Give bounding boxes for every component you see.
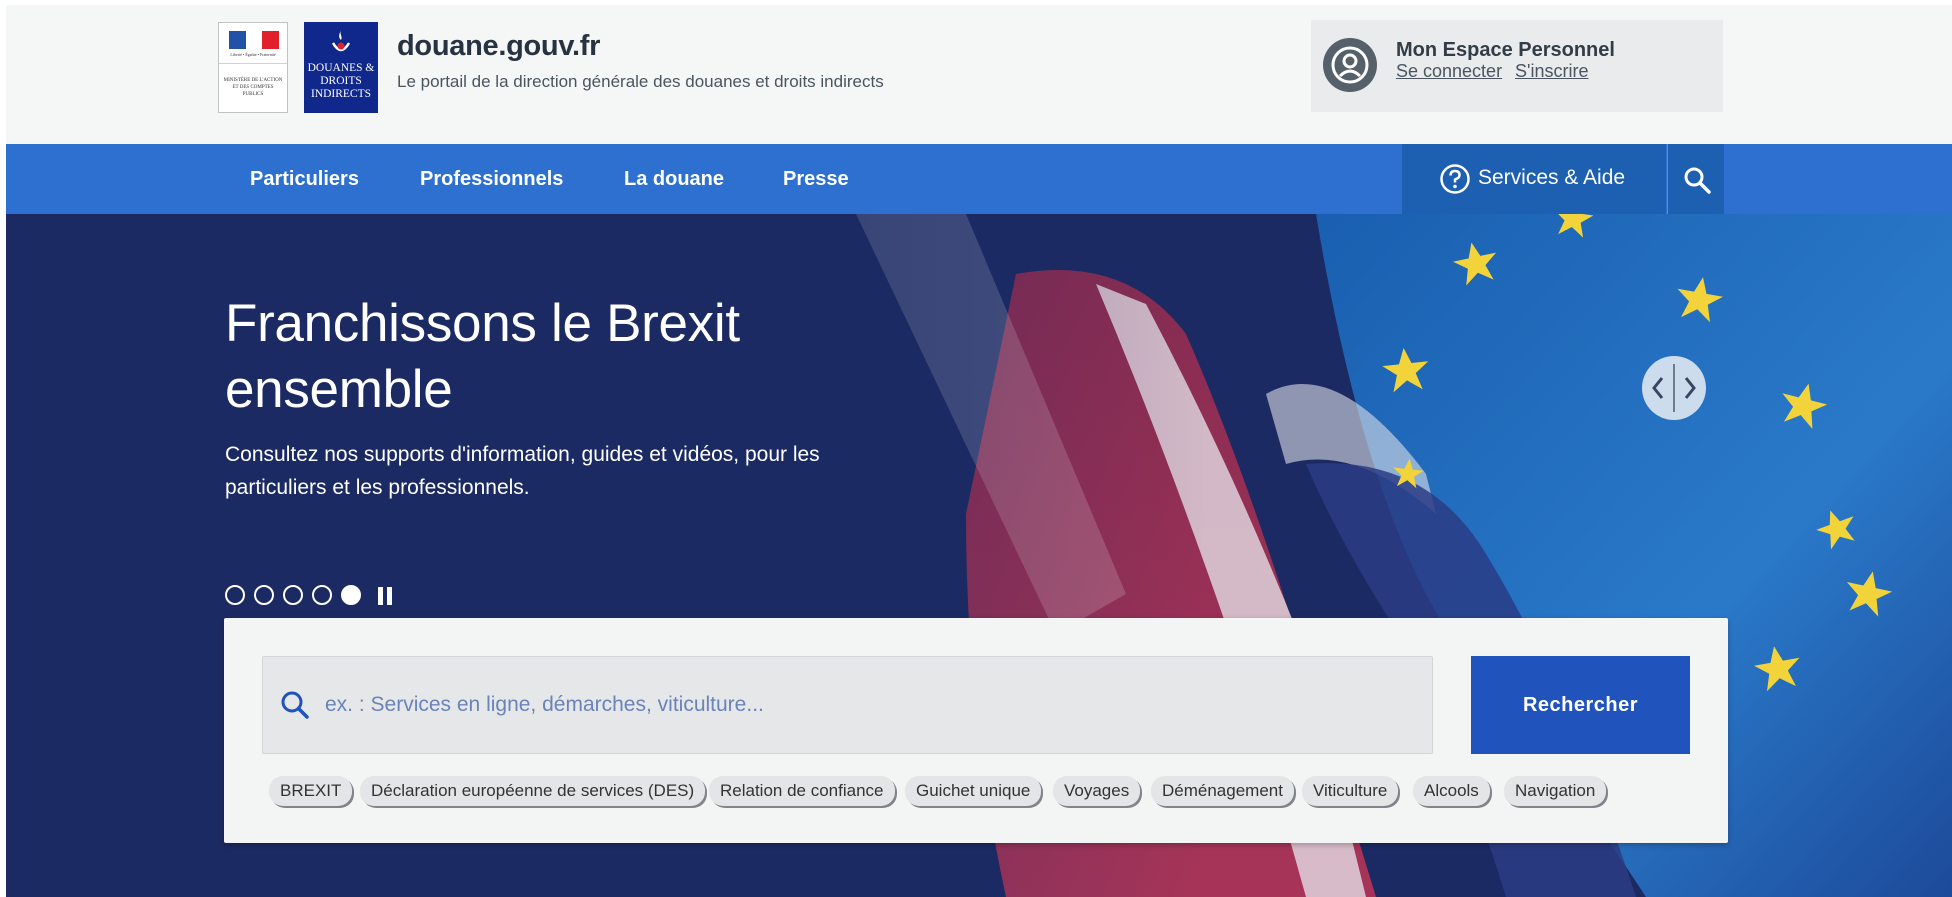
help-circle-icon [1440, 164, 1470, 194]
logo-douanes-text: DOUANES & DROITS INDIRECTS [307, 62, 375, 100]
flame-emblem-icon [331, 30, 351, 52]
logo-ministry: MINISTÈRE DE L'ACTION ET DES COMPTES PUB… [223, 78, 283, 97]
carousel-dot-1[interactable] [225, 585, 245, 605]
tag-brexit[interactable]: BREXIT [269, 776, 353, 806]
nav-item-particuliers[interactable]: Particuliers [250, 168, 359, 191]
search-field [262, 656, 1433, 754]
nav-search-button[interactable] [1667, 144, 1724, 214]
user-avatar-icon[interactable] [1323, 38, 1377, 92]
nav-item-presse[interactable]: Presse [783, 168, 849, 191]
search-submit-button[interactable]: Rechercher [1471, 656, 1690, 754]
tag-alcools[interactable]: Alcools [1413, 776, 1490, 806]
pause-icon[interactable] [377, 587, 393, 605]
tag-voyages[interactable]: Voyages [1053, 776, 1141, 806]
french-flag-icon [229, 31, 279, 49]
search-icon [1684, 167, 1711, 194]
chevron-right-icon[interactable] [1676, 356, 1706, 420]
services-aide-label: Services & Aide [1478, 166, 1626, 189]
tag-relation-confiance[interactable]: Relation de confiance [709, 776, 895, 806]
tag-des[interactable]: Déclaration européenne de services (DES) [360, 776, 706, 806]
carousel-dot-2[interactable] [254, 585, 274, 605]
services-aide-button[interactable]: Services & Aide [1402, 144, 1666, 214]
nav-item-la-douane[interactable]: La douane [624, 168, 724, 191]
personal-space-title: Mon Espace Personnel [1396, 39, 1615, 61]
nav-item-professionnels[interactable]: Professionnels [420, 168, 563, 191]
site-title[interactable]: douane.gouv.fr [397, 30, 600, 63]
carousel-dot-5[interactable] [341, 585, 361, 605]
logo-motto: Liberté • Égalité • Fraternité [230, 52, 276, 57]
hero-title[interactable]: Franchissons le Brexit ensemble [225, 291, 925, 423]
personal-space-panel: Mon Espace Personnel Se connecter S'insc… [1311, 20, 1723, 112]
hero-description: Consultez nos supports d'information, gu… [225, 443, 820, 499]
carousel-dot-3[interactable] [283, 585, 303, 605]
carousel-arrows [1642, 356, 1706, 420]
tag-viticulture[interactable]: Viticulture [1302, 776, 1399, 806]
signup-link[interactable]: S'inscrire [1515, 61, 1588, 82]
search-panel: Rechercher BREXIT Déclaration européenne… [224, 618, 1728, 843]
marianne-logo[interactable]: Liberté • Égalité • Fraternité MINISTÈRE… [218, 22, 288, 113]
tag-demenagement[interactable]: Déménagement [1151, 776, 1294, 806]
carousel-dot-4[interactable] [312, 585, 332, 605]
main-nav: Particuliers Professionnels La douane Pr… [6, 144, 1952, 214]
search-icon [281, 691, 309, 719]
site-subtitle: Le portail de la direction générale des … [397, 72, 884, 91]
search-input[interactable] [325, 685, 1405, 725]
login-link[interactable]: Se connecter [1396, 61, 1502, 82]
tag-guichet-unique[interactable]: Guichet unique [905, 776, 1042, 806]
douanes-logo[interactable]: DOUANES & DROITS INDIRECTS [304, 22, 378, 113]
chevron-left-icon[interactable] [1642, 356, 1672, 420]
tag-navigation[interactable]: Navigation [1504, 776, 1607, 806]
